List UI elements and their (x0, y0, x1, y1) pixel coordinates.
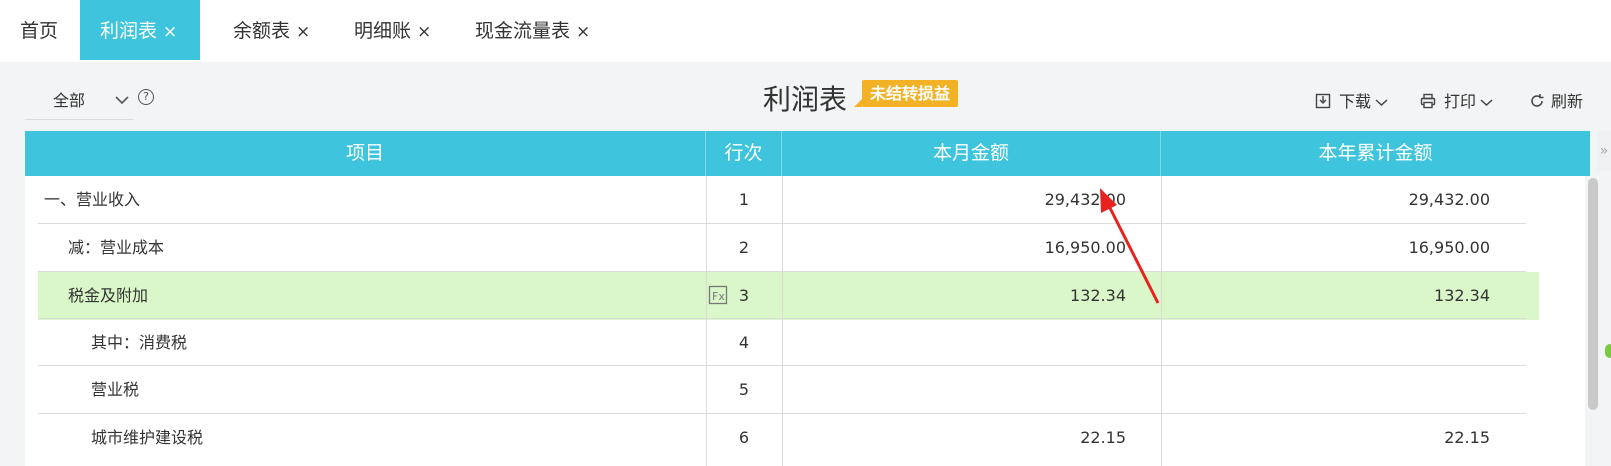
collapse-panel-icon[interactable]: » (1597, 131, 1611, 171)
tab-ledger-label: 明细账 (354, 20, 412, 42)
report-toolbar: 全部 ? 利润表 未结转损益 下载 打印 刷新 (0, 62, 1611, 132)
tab-cash-flow[interactable]: 现金流量表 × (455, 0, 610, 60)
tab-bar: 首页 利润表 × 余额表 × 明细账 × 现金流量表 × (0, 0, 1611, 62)
help-icon[interactable]: ? (138, 89, 154, 105)
tab-income-statement-label: 利润表 (100, 20, 158, 42)
chevron-down-icon (1480, 96, 1493, 111)
download-label: 下载 (1339, 92, 1372, 111)
refresh-label: 刷新 (1551, 92, 1584, 111)
filter-select[interactable]: 全部 (25, 82, 133, 120)
close-icon[interactable]: × (417, 22, 431, 42)
print-label: 打印 (1444, 92, 1477, 111)
refresh-icon (1529, 93, 1545, 109)
vertical-scrollbar[interactable] (1588, 178, 1598, 410)
tab-home[interactable]: 首页 (0, 0, 78, 60)
chevron-down-icon (1375, 96, 1388, 111)
filter-value: 全部 (53, 91, 86, 110)
chevron-down-icon (115, 82, 129, 120)
download-button[interactable]: 下载 (1315, 88, 1388, 112)
tab-income-statement[interactable]: 利润表 × (80, 0, 200, 60)
tab-balance-label: 余额表 (233, 20, 291, 42)
status-dot (1605, 344, 1611, 358)
close-icon[interactable]: × (296, 22, 310, 42)
tab-cash-flow-label: 现金流量表 (475, 20, 571, 42)
close-icon[interactable]: × (163, 22, 177, 42)
page-title: 利润表 (763, 83, 848, 116)
printer-icon (1420, 93, 1436, 109)
refresh-button[interactable]: 刷新 (1529, 88, 1583, 112)
print-button[interactable]: 打印 (1420, 88, 1493, 112)
tab-home-label: 首页 (20, 20, 59, 42)
tab-ledger[interactable]: 明细账 × (334, 0, 451, 60)
status-badge[interactable]: 未结转损益 (853, 80, 959, 107)
download-icon (1315, 93, 1331, 109)
tab-balance[interactable]: 余额表 × (213, 0, 330, 60)
close-icon[interactable]: × (576, 22, 590, 42)
annotation-arrow (1100, 188, 1160, 304)
